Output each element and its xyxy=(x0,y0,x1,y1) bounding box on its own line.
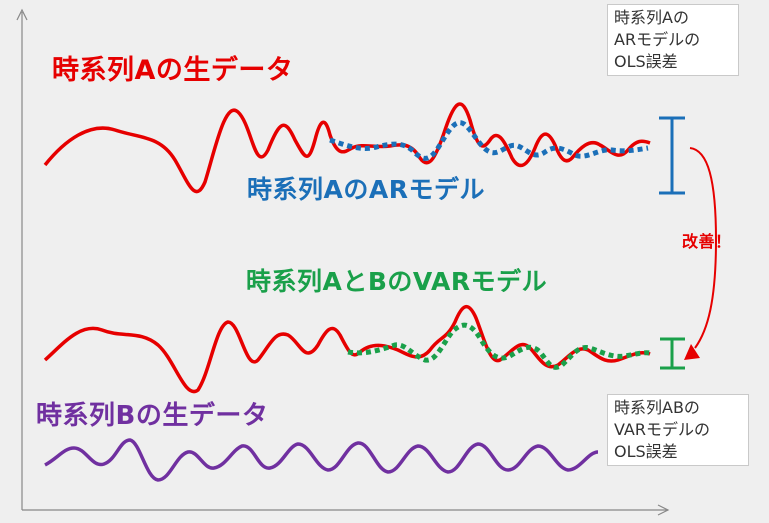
var-error-note-line: OLS誤差 xyxy=(614,442,678,461)
improvement-arrowhead xyxy=(684,344,700,360)
ar-error-note-line: ARモデルの xyxy=(614,30,701,49)
var-model-title: 時系列AとBのVARモデル xyxy=(246,267,548,296)
var-error-note: 時系列ABの VARモデルの OLS誤差 xyxy=(607,394,749,466)
ar-error-note-line: 時系列Aの xyxy=(614,8,689,27)
series-b-raw-title: 時系列Bの生データ xyxy=(36,401,269,431)
improvement-label: 改善！ xyxy=(682,232,732,251)
var-error-bar xyxy=(660,337,685,370)
ar-model-title: 時系列AのARモデル xyxy=(247,175,485,204)
ar-error-note: 時系列Aの ARモデルの OLS誤差 xyxy=(607,4,739,76)
var-error-note-line: VARモデルの xyxy=(614,420,710,439)
ar-error-bar xyxy=(659,116,685,195)
series-a-lower-line xyxy=(43,305,651,394)
series-b-raw-line xyxy=(44,438,599,482)
series-a-raw-title: 時系列Aの生データ xyxy=(52,55,294,86)
var-error-note-line: 時系列ABの xyxy=(614,398,700,417)
ar-error-note-line: OLS誤差 xyxy=(614,52,678,71)
